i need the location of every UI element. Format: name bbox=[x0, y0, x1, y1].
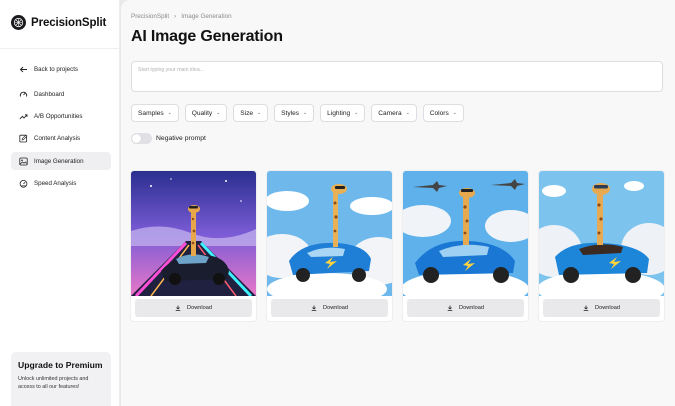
samples-dropdown[interactable]: Samples ⌄ bbox=[131, 104, 179, 122]
dropdown-label: Samples bbox=[138, 109, 164, 117]
dropdown-label: Quality bbox=[191, 109, 213, 117]
sidebar-nav: Back to projects Dashboard A/B Opportuni… bbox=[11, 60, 111, 197]
chevron-down-icon: ⌄ bbox=[167, 110, 172, 116]
breadcrumb: PrecisionSplit › Image Generation bbox=[131, 13, 232, 20]
breadcrumb-current: Image Generation bbox=[181, 13, 232, 20]
dropdown-label: Lighting bbox=[327, 109, 351, 117]
brand-name: PrecisionSplit bbox=[31, 16, 107, 29]
sidebar-item-label: Image Generation bbox=[34, 157, 84, 165]
dropdown-label: Styles bbox=[281, 109, 300, 117]
download-icon bbox=[583, 305, 589, 311]
download-label: Download bbox=[459, 305, 484, 311]
download-label: Download bbox=[323, 305, 348, 311]
negative-prompt-toggle[interactable] bbox=[131, 133, 152, 144]
sidebar-item-label: A/B Opportunities bbox=[34, 112, 83, 120]
dropdown-label: Colors bbox=[429, 109, 449, 117]
sidebar-item-label: Content Analysis bbox=[34, 135, 81, 143]
sidebar-item-speed-analysis[interactable]: Speed Analysis bbox=[11, 175, 111, 193]
download-label: Download bbox=[187, 305, 212, 311]
chevron-down-icon: ⌄ bbox=[452, 110, 457, 116]
sidebar-item-dashboard[interactable]: Dashboard bbox=[11, 85, 111, 103]
page-title: AI Image Generation bbox=[131, 28, 283, 45]
sidebar-item-content-analysis[interactable]: Content Analysis bbox=[11, 130, 111, 148]
generated-image[interactable] bbox=[403, 171, 528, 296]
download-button[interactable]: Download bbox=[543, 299, 660, 317]
result-card: Download bbox=[267, 171, 392, 321]
download-icon bbox=[311, 305, 317, 311]
breadcrumb-root[interactable]: PrecisionSplit bbox=[131, 13, 169, 20]
speedometer-icon bbox=[19, 179, 28, 188]
divider bbox=[0, 48, 120, 49]
download-icon bbox=[447, 305, 453, 311]
chevron-right-icon: › bbox=[174, 13, 177, 20]
edit-icon bbox=[19, 134, 28, 143]
arrow-left-icon bbox=[19, 65, 28, 74]
negative-prompt-row: Negative prompt bbox=[131, 133, 206, 144]
prompt-field[interactable] bbox=[131, 61, 663, 92]
chevron-down-icon: ⌄ bbox=[257, 110, 262, 116]
upgrade-title: Upgrade to Premium bbox=[18, 360, 103, 370]
generated-image[interactable] bbox=[267, 171, 392, 296]
lighting-dropdown[interactable]: Lighting ⌄ bbox=[320, 104, 366, 122]
download-label: Download bbox=[595, 305, 620, 311]
chevron-down-icon: ⌄ bbox=[303, 110, 308, 116]
dashboard-icon bbox=[19, 90, 28, 99]
dropdown-label: Size bbox=[240, 109, 254, 117]
download-button[interactable]: Download bbox=[135, 299, 252, 317]
result-card: Download bbox=[403, 171, 528, 321]
chevron-down-icon: ⌄ bbox=[405, 110, 410, 116]
negative-prompt-label: Negative prompt bbox=[156, 135, 206, 142]
brand-logo-icon bbox=[11, 15, 26, 30]
filter-bar: Samples ⌄ Quality ⌄ Size ⌄ Styles ⌄ Lighting… bbox=[131, 104, 470, 122]
trend-icon bbox=[19, 112, 28, 121]
upgrade-card[interactable]: Upgrade to Premium Unlock unlimited proj… bbox=[11, 352, 111, 406]
generated-image[interactable] bbox=[539, 171, 664, 296]
download-button[interactable]: Download bbox=[407, 299, 524, 317]
prompt-input[interactable] bbox=[138, 67, 438, 73]
size-dropdown[interactable]: Size ⌄ bbox=[233, 104, 269, 122]
results-grid: Download Download Download Download bbox=[131, 171, 675, 321]
chevron-down-icon: ⌄ bbox=[216, 110, 221, 116]
sidebar-item-image-generation[interactable]: Image Generation bbox=[11, 152, 111, 171]
download-button[interactable]: Download bbox=[271, 299, 388, 317]
sidebar-item-label: Dashboard bbox=[34, 90, 65, 98]
colors-dropdown[interactable]: Colors ⌄ bbox=[422, 104, 464, 122]
result-card: Download bbox=[539, 171, 664, 321]
download-icon bbox=[175, 305, 181, 311]
brand[interactable]: PrecisionSplit bbox=[11, 15, 106, 30]
sidebar-item-ab-opportunities[interactable]: A/B Opportunities bbox=[11, 107, 111, 125]
back-to-projects-link[interactable]: Back to projects bbox=[11, 60, 111, 78]
sidebar-item-label: Speed Analysis bbox=[34, 180, 77, 188]
camera-dropdown[interactable]: Camera ⌄ bbox=[371, 104, 417, 122]
back-label: Back to projects bbox=[34, 65, 79, 73]
sidebar: PrecisionSplit Back to projects Dashboar… bbox=[0, 0, 120, 406]
main-content: PrecisionSplit › Image Generation AI Ima… bbox=[121, 0, 675, 406]
styles-dropdown[interactable]: Styles ⌄ bbox=[274, 104, 315, 122]
result-card: Download bbox=[131, 171, 256, 321]
image-icon bbox=[19, 157, 28, 166]
quality-dropdown[interactable]: Quality ⌄ bbox=[184, 104, 228, 122]
upgrade-text: Unlock unlimited projects and access to … bbox=[18, 376, 89, 390]
chevron-down-icon: ⌄ bbox=[354, 110, 359, 116]
generated-image[interactable] bbox=[131, 171, 256, 296]
dropdown-label: Camera bbox=[378, 109, 402, 117]
